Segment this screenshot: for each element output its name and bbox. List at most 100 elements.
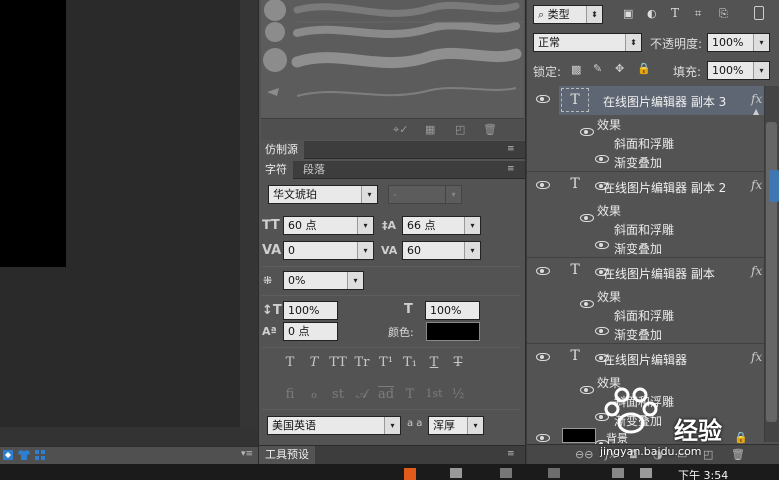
panel-menu-icon[interactable]: ≡ <box>507 164 515 174</box>
faux-bold-button[interactable]: T <box>278 355 302 370</box>
font-family-select[interactable]: 华文琥珀 ▾ <box>268 185 378 204</box>
taskbar-app-icon[interactable] <box>404 468 416 480</box>
taskbar-app-icon[interactable] <box>450 468 462 478</box>
visibility-eye-icon[interactable] <box>536 267 550 275</box>
type-filter-icon[interactable]: T <box>671 6 679 20</box>
text-color-swatch[interactable] <box>426 322 480 341</box>
trash-icon[interactable]: 🗑 <box>483 123 497 136</box>
tracking-select[interactable]: 60 ▾ <box>402 241 481 260</box>
new-icon[interactable]: ◰ <box>455 123 465 136</box>
fx-icon[interactable]: fx <box>751 92 762 106</box>
effect-name[interactable]: 斜面和浮雕 <box>614 135 674 152</box>
contextual-alternates-button[interactable]: st <box>326 387 350 402</box>
layers-scrollbar-thumb[interactable] <box>766 122 777 422</box>
tab-character[interactable]: 字符 <box>259 161 293 179</box>
new-layer-icon[interactable]: ◰ <box>703 448 713 461</box>
horizontal-scale-field[interactable]: 100% <box>425 301 480 320</box>
grid-apps-icon[interactable] <box>34 449 46 461</box>
side-panel-handle[interactable] <box>769 170 779 202</box>
lock-transparent-icon[interactable]: ▩ <box>571 63 581 76</box>
font-style-select[interactable]: - ▾ <box>388 185 462 204</box>
visibility-eye-icon[interactable] <box>536 95 550 103</box>
taskbar-app-icon[interactable] <box>500 468 512 478</box>
fx-icon[interactable]: fx <box>751 350 762 364</box>
stylistic-alternates-button[interactable]: ad <box>374 387 398 402</box>
baseline-shift-field[interactable]: 0 点 <box>283 322 338 341</box>
superscript-button[interactable]: T¹ <box>374 355 398 370</box>
document-image[interactable] <box>0 0 66 267</box>
collapse-arrow-icon[interactable]: ▲ <box>753 107 759 116</box>
faux-italic-button[interactable]: T <box>302 355 326 370</box>
taskbar-clock[interactable]: 下午 3:54 <box>678 467 728 480</box>
visibility-eye-icon[interactable] <box>536 353 550 361</box>
effects-eye-icon[interactable] <box>580 128 594 136</box>
effect-eye-icon[interactable] <box>595 241 609 249</box>
effects-eye-icon[interactable] <box>580 386 594 394</box>
small-caps-button[interactable]: Tr <box>350 355 374 370</box>
effect-name[interactable]: 斜面和浮雕 <box>614 307 674 324</box>
fx-icon[interactable]: fx <box>751 178 762 192</box>
layer-filter-select[interactable]: ⌕ 类型 ⬍ <box>533 5 603 24</box>
ligatures-button[interactable]: fi <box>278 387 302 402</box>
effects-eye-icon[interactable] <box>580 300 594 308</box>
panel-menu-icon[interactable]: ≡ <box>507 449 515 459</box>
delete-layer-icon[interactable]: 🗑 <box>731 448 745 461</box>
shape-filter-icon[interactable]: ⌗ <box>695 7 701 21</box>
panel-menu-icon[interactable]: ≡ <box>507 144 515 154</box>
strikethrough-button[interactable]: T <box>446 355 470 370</box>
font-size-select[interactable]: 60 点 ▾ <box>283 216 374 235</box>
adjustment-filter-icon[interactable]: ◐ <box>647 7 657 20</box>
underline-button[interactable]: T <box>422 355 446 370</box>
lock-image-icon[interactable]: ✎ <box>593 62 602 75</box>
layer-name[interactable]: 在线图片编辑器 副本 3 <box>603 93 726 110</box>
fill-select[interactable]: 100% ▾ <box>707 61 770 80</box>
brush-presets-icon[interactable]: ⌖✓ <box>393 123 408 137</box>
discretionary-ligatures-button[interactable]: ℴ <box>302 387 326 402</box>
swash-button[interactable]: 𝒜 <box>350 387 374 402</box>
tab-tool-presets[interactable]: 工具预设 <box>259 446 315 464</box>
pixel-filter-icon[interactable]: ▣ <box>623 7 633 20</box>
effect-name[interactable]: 斜面和浮雕 <box>614 221 674 238</box>
status-icon-a[interactable] <box>2 449 14 461</box>
tray-icon[interactable] <box>640 468 652 478</box>
shirt-icon[interactable] <box>17 449 31 461</box>
layer-row[interactable]: T 在线图片编辑器 副本 3 fx ▲ 效果 斜面和浮雕 渐变叠加 <box>527 86 764 190</box>
filter-toggle-icon[interactable] <box>754 6 764 20</box>
fx-icon[interactable]: fx <box>751 264 762 278</box>
grid-icon[interactable]: ▦ <box>425 123 435 136</box>
leading-select[interactable]: 66 点 ▾ <box>402 216 481 235</box>
effect-name[interactable]: 渐变叠加 <box>614 240 662 257</box>
layer-name[interactable]: 在线图片编辑器 <box>603 351 687 368</box>
layer-name[interactable]: 在线图片编辑器 副本 <box>603 265 715 282</box>
effect-eye-icon[interactable] <box>595 327 609 335</box>
brush-presets-list[interactable] <box>261 0 524 118</box>
all-caps-button[interactable]: TT <box>326 355 350 370</box>
lock-all-icon[interactable]: 🔒 <box>637 62 651 75</box>
effect-name[interactable]: 渐变叠加 <box>614 326 662 343</box>
tsume-select[interactable]: 0% ▾ <box>283 271 364 290</box>
visibility-eye-icon[interactable] <box>536 181 550 189</box>
layer-row[interactable]: T 在线图片编辑器 副本 fx 效果 斜面和浮雕 渐变叠加 <box>527 258 764 362</box>
kerning-select[interactable]: 0 ▾ <box>283 241 374 260</box>
opacity-select[interactable]: 100% ▾ <box>707 33 770 52</box>
antialias-select[interactable]: 浑厚 ▾ <box>428 416 484 435</box>
layer-name[interactable]: 在线图片编辑器 副本 2 <box>603 179 726 196</box>
panel-menu-icon[interactable]: ▾≡ <box>238 449 256 461</box>
tab-paragraph[interactable]: 段落 <box>297 161 331 179</box>
fractions-button[interactable]: ½ <box>446 387 470 402</box>
tray-icon[interactable] <box>612 468 624 478</box>
vertical-scale-field[interactable]: 100% <box>283 301 338 320</box>
subscript-button[interactable]: T₁ <box>398 355 422 370</box>
language-select[interactable]: 美国英语 ▾ <box>267 416 401 435</box>
link-layers-icon[interactable]: ⊖⊖ <box>575 448 593 461</box>
blend-mode-select[interactable]: 正常 ⬍ <box>533 33 642 52</box>
ordinals-button[interactable]: 1st <box>422 387 446 402</box>
effect-name[interactable]: 渐变叠加 <box>614 154 662 171</box>
layer-row[interactable]: T 在线图片编辑器 副本 2 fx 效果 斜面和浮雕 渐变叠加 <box>527 172 764 276</box>
visibility-eye-icon[interactable] <box>536 434 550 442</box>
effects-eye-icon[interactable] <box>580 214 594 222</box>
lock-position-icon[interactable]: ✥ <box>615 62 624 75</box>
titling-alternates-button[interactable]: T <box>398 387 422 402</box>
effect-eye-icon[interactable] <box>595 155 609 163</box>
tab-clone-source[interactable]: 仿制源 <box>259 141 304 159</box>
